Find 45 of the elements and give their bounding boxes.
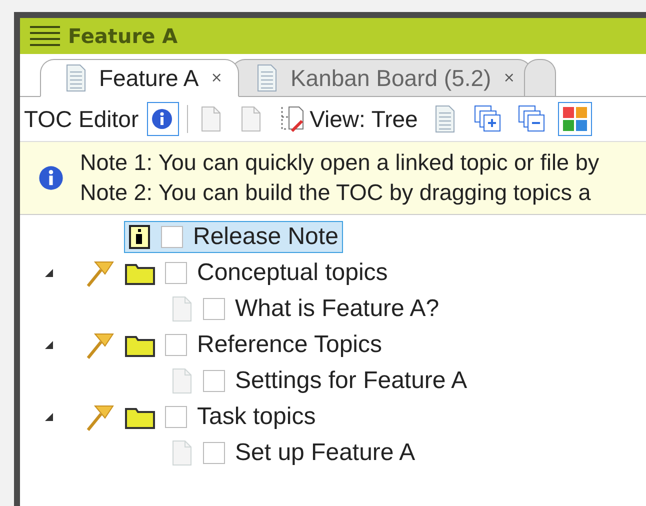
close-icon[interactable]: × bbox=[503, 70, 515, 86]
collapse-arrow-icon[interactable] bbox=[44, 268, 54, 278]
info-icon bbox=[38, 165, 64, 191]
folder-icon bbox=[125, 261, 155, 285]
note-text: Note 2: You can build the TOC by dragging topics a bbox=[80, 179, 592, 207]
tree-item[interactable]: Reference Topics bbox=[80, 329, 387, 361]
document-icon bbox=[65, 64, 87, 92]
checkbox[interactable] bbox=[203, 370, 225, 392]
folder-icon bbox=[125, 405, 155, 429]
collapse-arrow-icon[interactable] bbox=[44, 412, 54, 422]
tree-item[interactable]: Conceptual topics bbox=[80, 257, 393, 289]
close-icon[interactable]: × bbox=[210, 70, 222, 86]
window-title: Feature A bbox=[68, 24, 178, 48]
tree-item[interactable]: Task topics bbox=[80, 401, 321, 433]
checkbox[interactable] bbox=[165, 334, 187, 356]
checkbox[interactable] bbox=[203, 298, 225, 320]
checkbox[interactable] bbox=[203, 442, 225, 464]
document-icon bbox=[171, 440, 193, 466]
checkbox[interactable] bbox=[165, 406, 187, 428]
color-grid-button[interactable] bbox=[558, 102, 592, 136]
info-note-icon bbox=[129, 225, 151, 249]
tree-item[interactable]: Settings for Feature A bbox=[166, 365, 472, 397]
add-pages-icon bbox=[474, 105, 502, 133]
tree-item[interactable]: Release Note bbox=[124, 221, 344, 253]
document-icon bbox=[256, 64, 278, 92]
view-button[interactable]: View: Tree bbox=[276, 102, 422, 136]
info-icon bbox=[150, 108, 173, 130]
color-grid-icon bbox=[562, 106, 588, 132]
tree-item[interactable]: What is Feature A? bbox=[166, 293, 444, 325]
checkbox[interactable] bbox=[165, 262, 187, 284]
tab[interactable]: Feature A × bbox=[40, 59, 240, 97]
tree-edit-icon bbox=[280, 105, 306, 133]
tree-item[interactable]: Set up Feature A bbox=[166, 437, 420, 469]
document-icon bbox=[434, 105, 456, 133]
tab[interactable] bbox=[524, 59, 556, 96]
menu-icon[interactable] bbox=[30, 25, 60, 47]
checkbox[interactable] bbox=[161, 226, 183, 248]
document-icon bbox=[171, 296, 193, 322]
note-text: Note 1: You can quickly open a linked topic or file by bbox=[80, 149, 600, 177]
toolbar-label: TOC Editor bbox=[24, 106, 139, 132]
remove-pages-icon bbox=[518, 105, 546, 133]
document-icon bbox=[171, 368, 193, 394]
collapse-arrow-icon[interactable] bbox=[44, 340, 54, 350]
info-button[interactable] bbox=[146, 102, 179, 136]
folder-icon bbox=[125, 333, 155, 357]
